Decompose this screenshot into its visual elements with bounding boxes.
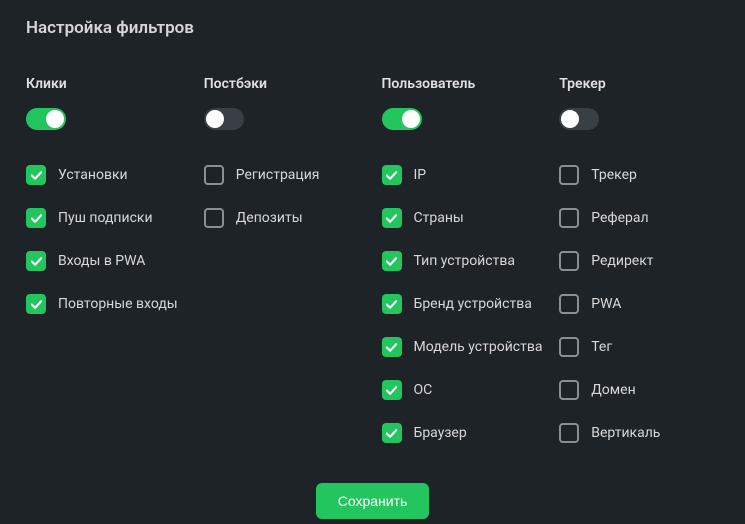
checkbox-redirect[interactable]: Редирект: [559, 250, 719, 272]
checkbox-label: Трекер: [591, 167, 637, 183]
checkbox-countries[interactable]: Страны: [382, 207, 560, 229]
checkbox-referral[interactable]: Реферал: [559, 207, 719, 229]
check-icon: [382, 208, 402, 228]
checkbox-label: Установки: [58, 167, 128, 183]
checkbox-pwa-entries[interactable]: Входы в PWA: [26, 250, 204, 272]
checkbox-registration[interactable]: Регистрация: [204, 164, 382, 186]
checkbox-label: Редирект: [591, 253, 653, 269]
checkbox-label: ОС: [414, 382, 433, 398]
column-tracker: Трекер Трекер Реферал Редирект PWA Тег Д…: [559, 76, 719, 465]
checkbox-browser[interactable]: Браузер: [382, 422, 560, 444]
checkbox-pwa[interactable]: PWA: [559, 293, 719, 315]
checkbox-label: Модель устройства: [414, 339, 543, 355]
toggle-postbacks[interactable]: [204, 108, 244, 130]
save-button[interactable]: Сохранить: [316, 483, 430, 519]
checkbox-device-model[interactable]: Модель устройства: [382, 336, 560, 358]
checkbox-label: Домен: [591, 382, 635, 398]
checkbox-vertical[interactable]: Вертикаль: [559, 422, 719, 444]
column-user: Пользователь IP Страны Тип устройства Бр…: [382, 76, 560, 465]
check-icon: [382, 294, 402, 314]
checkbox-label: Бренд устройства: [414, 296, 532, 312]
checkbox-domain[interactable]: Домен: [559, 379, 719, 401]
checkbox-label: Депозиты: [236, 210, 303, 226]
checkbox-label: Регистрация: [236, 167, 320, 183]
column-clicks: Клики Установки Пуш подписки Входы в PWA…: [26, 76, 204, 465]
checkbox-device-type[interactable]: Тип устройства: [382, 250, 560, 272]
toggle-tracker[interactable]: [559, 108, 599, 130]
check-icon: [382, 423, 402, 443]
column-tracker-header: Трекер: [559, 76, 719, 92]
checkbox-label: IP: [414, 167, 427, 183]
checkbox-deposits[interactable]: Депозиты: [204, 207, 382, 229]
checkbox-repeat-entries[interactable]: Повторные входы: [26, 293, 204, 315]
checkbox-empty-icon: [559, 423, 579, 443]
check-icon: [382, 337, 402, 357]
filter-columns: Клики Установки Пуш подписки Входы в PWA…: [26, 76, 719, 465]
checkbox-label: Повторные входы: [58, 296, 178, 312]
checkbox-empty-icon: [559, 165, 579, 185]
column-clicks-header: Клики: [26, 76, 204, 92]
checkbox-label: Реферал: [591, 210, 648, 226]
checkbox-tracker[interactable]: Трекер: [559, 164, 719, 186]
checkbox-ip[interactable]: IP: [382, 164, 560, 186]
checkbox-os[interactable]: ОС: [382, 379, 560, 401]
checkbox-empty-icon: [559, 294, 579, 314]
checkbox-label: Браузер: [414, 425, 467, 441]
checkbox-label: Страны: [414, 210, 464, 226]
check-icon: [382, 165, 402, 185]
checkbox-installs[interactable]: Установки: [26, 164, 204, 186]
checkbox-empty-icon: [559, 337, 579, 357]
checkbox-empty-icon: [559, 380, 579, 400]
checkbox-empty-icon: [204, 208, 224, 228]
check-icon: [26, 165, 46, 185]
column-postbacks-header: Постбэки: [204, 76, 382, 92]
column-postbacks: Постбэки Регистрация Депозиты: [204, 76, 382, 465]
checkbox-tag[interactable]: Тег: [559, 336, 719, 358]
checkbox-empty-icon: [559, 251, 579, 271]
checkbox-device-brand[interactable]: Бренд устройства: [382, 293, 560, 315]
checkbox-empty-icon: [204, 165, 224, 185]
check-icon: [26, 251, 46, 271]
page-title: Настройка фильтров: [26, 18, 719, 38]
column-user-header: Пользователь: [382, 76, 560, 92]
checkbox-label: Пуш подписки: [58, 210, 153, 226]
checkbox-label: Входы в PWA: [58, 253, 145, 269]
checkbox-label: Вертикаль: [591, 425, 660, 441]
checkbox-push-subs[interactable]: Пуш подписки: [26, 207, 204, 229]
checkbox-label: PWA: [591, 296, 621, 312]
toggle-user[interactable]: [382, 108, 422, 130]
toggle-clicks[interactable]: [26, 108, 66, 130]
checkbox-label: Тег: [591, 339, 612, 355]
check-icon: [26, 294, 46, 314]
check-icon: [382, 251, 402, 271]
checkbox-empty-icon: [559, 208, 579, 228]
check-icon: [26, 208, 46, 228]
checkbox-label: Тип устройства: [414, 253, 515, 269]
check-icon: [382, 380, 402, 400]
